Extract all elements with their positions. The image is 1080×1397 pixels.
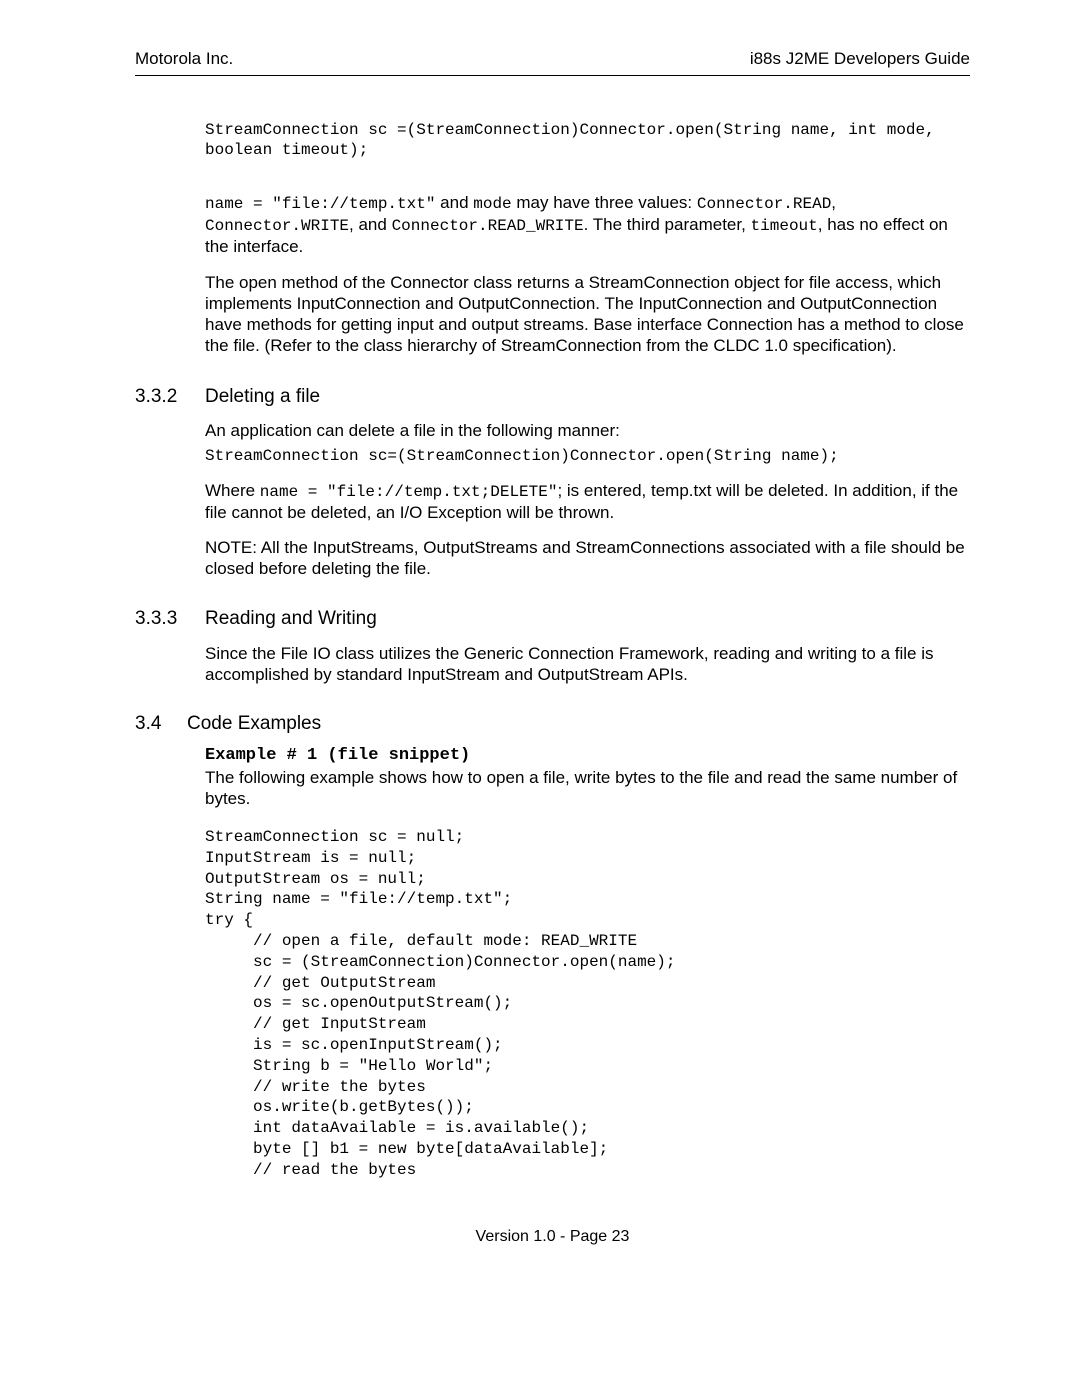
section-34-heading: 3.4 Code Examples	[135, 712, 970, 736]
section-34-body: Example # 1 (file snippet) The following…	[205, 745, 970, 1180]
section-333-heading: 3.3.3 Reading and Writing	[135, 607, 970, 631]
intro-p1-name-assign: name = "file://temp.txt"	[205, 195, 435, 213]
section-34-title: Code Examples	[187, 712, 321, 736]
section-332-title: Deleting a file	[205, 385, 320, 409]
header-left: Motorola Inc.	[135, 48, 233, 69]
intro-p1-read: Connector.READ	[697, 195, 831, 213]
document-page: Motorola Inc. i88s J2ME Developers Guide…	[0, 0, 1080, 1287]
intro-p1-readwrite: Connector.READ_WRITE	[392, 217, 584, 235]
s332-p1: An application can delete a file in the …	[205, 420, 970, 441]
intro-p1-t8: , and	[349, 215, 392, 234]
intro-p1-write: Connector.WRITE	[205, 217, 349, 235]
s332-code-1: StreamConnection sc=(StreamConnection)Co…	[205, 446, 970, 466]
section-332-number: 3.3.2	[135, 385, 205, 409]
section-333-title: Reading and Writing	[205, 607, 377, 631]
page-footer: Version 1.0 - Page 23	[135, 1227, 970, 1247]
s332-p2-t1: Where	[205, 481, 260, 500]
page-header: Motorola Inc. i88s J2ME Developers Guide	[135, 48, 970, 76]
s333-p1: Since the File IO class utilizes the Gen…	[205, 643, 970, 686]
intro-p1-t10: . The third parameter,	[584, 215, 751, 234]
section-34-number: 3.4	[135, 712, 187, 736]
s332-p2-name-assign: name = "file://temp.txt;DELETE"	[260, 483, 558, 501]
section-332-heading: 3.3.2 Deleting a file	[135, 385, 970, 409]
example-1-desc: The following example shows how to open …	[205, 767, 970, 810]
example-1-code: StreamConnection sc = null; InputStream …	[205, 827, 970, 1181]
intro-code-1: StreamConnection sc =(StreamConnection)C…	[205, 120, 970, 160]
intro-p1-t6: ,	[831, 193, 836, 212]
intro-p1-mode: mode	[473, 195, 511, 213]
intro-p1-t2: and	[435, 193, 473, 212]
header-right: i88s J2ME Developers Guide	[750, 48, 970, 69]
intro-paragraph-1: name = "file://temp.txt" and mode may ha…	[205, 192, 970, 257]
content: StreamConnection sc =(StreamConnection)C…	[205, 120, 970, 685]
intro-paragraph-2: The open method of the Connector class r…	[205, 272, 970, 357]
s332-p2: Where name = "file://temp.txt;DELETE"; i…	[205, 480, 970, 523]
s332-note: NOTE: All the InputStreams, OutputStream…	[205, 537, 970, 580]
intro-p1-t4: may have three values:	[512, 193, 697, 212]
example-1-title: Example # 1 (file snippet)	[205, 745, 970, 766]
intro-p1-timeout: timeout	[751, 217, 818, 235]
section-333-number: 3.3.3	[135, 607, 205, 631]
